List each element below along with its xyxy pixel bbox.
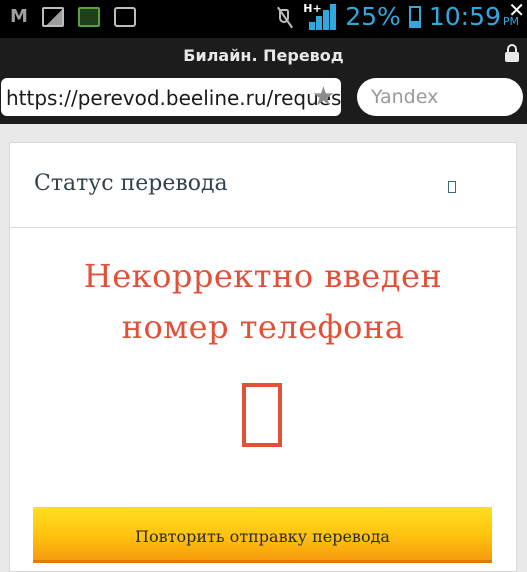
search-input[interactable]: Yandex — [357, 78, 523, 116]
card-title: Статус перевода — [34, 171, 228, 196]
search-placeholder: Yandex — [371, 86, 439, 108]
mute-icon — [275, 6, 295, 28]
bag-icon — [113, 7, 136, 27]
card-header: Статус перевода — [10, 143, 516, 228]
signal-icon: H+ — [303, 1, 337, 30]
battery-icon — [408, 5, 421, 28]
url-field[interactable]: https://perevod.beeline.ru/request ★ — [1, 78, 341, 116]
lock-icon — [505, 44, 519, 62]
clock: 10:59 — [428, 2, 501, 31]
system-indicators: H+ 25% 10:59 PM — [275, 2, 519, 31]
transfer-status-card: Статус перевода Некорректно введен номер… — [9, 142, 517, 572]
page-title: Билайн. Перевод — [183, 46, 344, 65]
notification-icons: M — [10, 7, 136, 27]
error-message: Некорректно введен номер телефона — [10, 251, 516, 353]
gallery-icon — [41, 7, 64, 27]
address-bar-row: https://perevod.beeline.ru/request ★ Yan… — [0, 72, 527, 124]
menu-icon[interactable] — [448, 181, 456, 193]
error-icon — [242, 383, 282, 447]
battery-percent: 25% — [345, 2, 401, 31]
retry-transfer-label: Повторить отправку перевода — [135, 527, 390, 546]
url-text: https://perevod.beeline.ru/request — [6, 86, 341, 110]
browser-title-bar: Билайн. Перевод — [0, 38, 527, 72]
error-line-2: номер телефона — [121, 308, 405, 346]
error-line-1: Некорректно введен — [83, 257, 443, 295]
close-icon[interactable]: ✕ — [508, 0, 525, 22]
m-notification-icon: M — [10, 6, 28, 27]
network-type: H+ — [303, 1, 322, 15]
bookmark-star-icon[interactable]: ★ — [312, 82, 335, 112]
app-notification-icon — [77, 7, 100, 27]
retry-transfer-button[interactable]: Повторить отправку перевода — [33, 507, 492, 563]
status-bar: M H+ 25% 10:59 PM ✕ — [0, 0, 527, 38]
